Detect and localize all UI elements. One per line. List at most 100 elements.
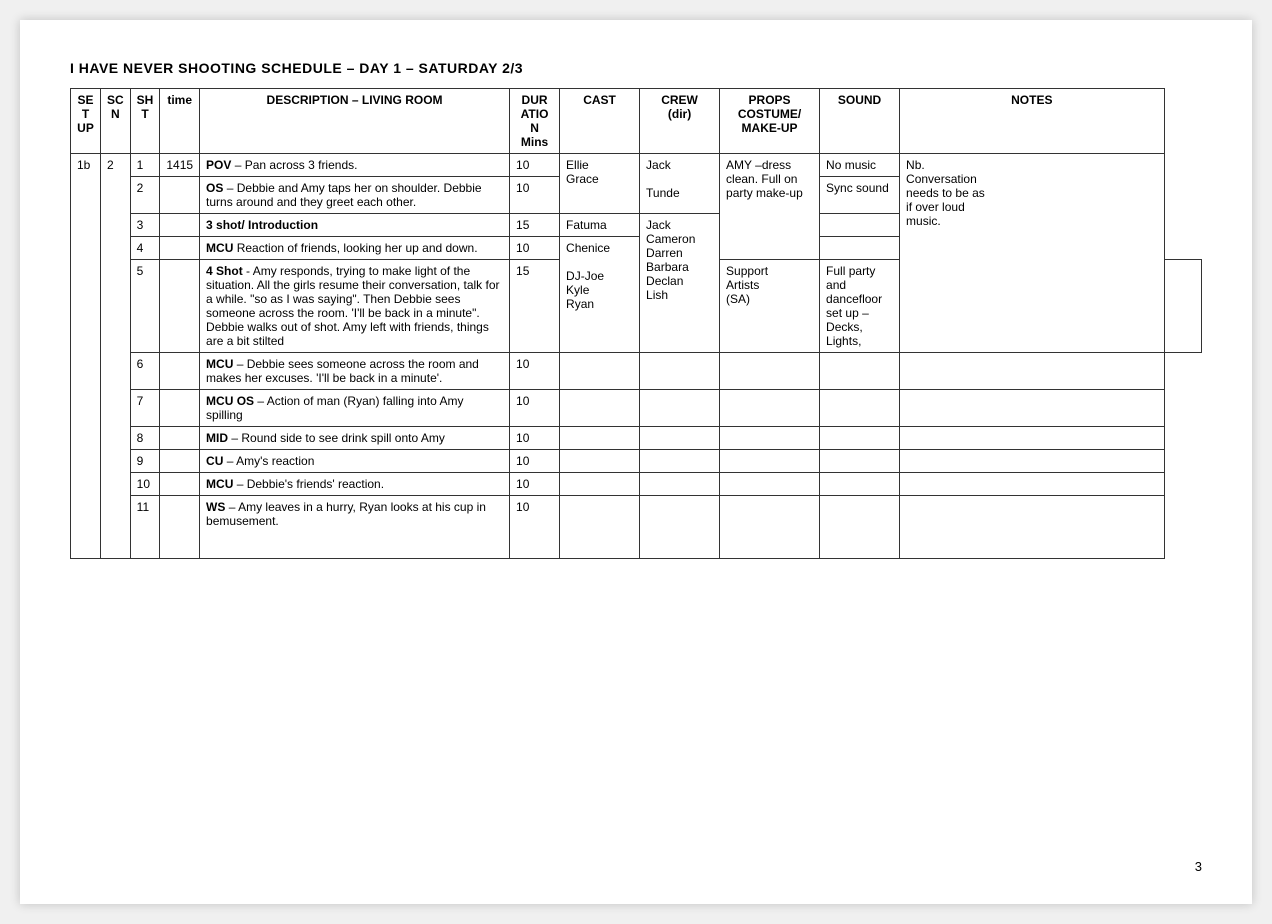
table-row: 9 CU – Amy's reaction10 xyxy=(71,450,1202,473)
table-cell: 10 xyxy=(510,496,560,559)
page: I HAVE NEVER SHOOTING SCHEDULE – DAY 1 –… xyxy=(20,20,1252,904)
table-cell xyxy=(160,390,200,427)
table-cell-description: CU – Amy's reaction xyxy=(200,450,510,473)
table-cell-description: WS – Amy leaves in a hurry, Ryan looks a… xyxy=(200,496,510,559)
table-row: 7 MCU OS – Action of man (Ryan) falling i… xyxy=(71,390,1202,427)
table-cell: 1b xyxy=(71,154,101,559)
header-description: DESCRIPTION – LIVING ROOM xyxy=(200,89,510,154)
table-cell xyxy=(640,496,720,559)
table-cell xyxy=(820,473,900,496)
table-cell xyxy=(560,496,640,559)
table-cell: Support Artists (SA) xyxy=(720,260,820,353)
table-cell: Full party and dancefloor set up – Decks… xyxy=(820,260,900,353)
table-cell: 3 xyxy=(130,214,160,237)
table-cell xyxy=(160,214,200,237)
table-cell: 10 xyxy=(510,450,560,473)
header-sound: SOUND xyxy=(820,89,900,154)
table-cell xyxy=(720,390,820,427)
table-cell: 4 xyxy=(130,237,160,260)
table-cell: 1 xyxy=(130,154,160,177)
table-cell xyxy=(820,214,900,237)
table-cell-description: POV – Pan across 3 friends. xyxy=(200,154,510,177)
table-cell xyxy=(720,496,820,559)
table-cell-description: MID – Round side to see drink spill onto… xyxy=(200,427,510,450)
table-cell: 15 xyxy=(510,214,560,237)
table-cell: 10 xyxy=(510,353,560,390)
table-cell: No music xyxy=(820,154,900,177)
table-cell: Nb. Conversation needs to be as if over … xyxy=(900,154,1164,353)
table-cell xyxy=(160,353,200,390)
header-time: time xyxy=(160,89,200,154)
table-cell xyxy=(720,450,820,473)
table-cell xyxy=(820,496,900,559)
table-cell xyxy=(560,427,640,450)
table-cell xyxy=(560,473,640,496)
table-row: 11 WS – Amy leaves in a hurry, Ryan looks… xyxy=(71,496,1202,559)
table-cell: 6 xyxy=(130,353,160,390)
table-cell: 10 xyxy=(130,473,160,496)
table-cell xyxy=(900,353,1164,390)
table-cell-description: MCU OS – Action of man (Ryan) falling in… xyxy=(200,390,510,427)
table-cell: Ellie Grace xyxy=(560,154,640,214)
table-cell: 11 xyxy=(130,496,160,559)
page-number: 3 xyxy=(1195,859,1202,874)
table-row: 6 MCU – Debbie sees someone across the ro… xyxy=(71,353,1202,390)
table-cell xyxy=(160,450,200,473)
header-duration: DUR ATIO N Mins xyxy=(510,89,560,154)
table-cell: 10 xyxy=(510,154,560,177)
table-row: 8MID – Round side to see drink spill ont… xyxy=(71,427,1202,450)
table-cell xyxy=(640,450,720,473)
table-cell xyxy=(160,177,200,214)
table-row: 10MCU – Debbie's friends' reaction.10 xyxy=(71,473,1202,496)
table-cell: 2 xyxy=(130,177,160,214)
table-cell xyxy=(160,427,200,450)
table-cell: Sync sound xyxy=(820,177,900,214)
table-cell xyxy=(1164,260,1201,353)
header-sh-t: SH T xyxy=(130,89,160,154)
table-header-row: SE T UP SC N SH T time DESCRIPTION – LIV… xyxy=(71,89,1202,154)
table-cell: Chenice DJ-Joe Kyle Ryan xyxy=(560,237,640,353)
table-cell xyxy=(820,237,900,260)
table-cell xyxy=(720,353,820,390)
table-cell: 1415 xyxy=(160,154,200,177)
table-cell xyxy=(560,353,640,390)
header-cast: CAST xyxy=(560,89,640,154)
page-title: I HAVE NEVER SHOOTING SCHEDULE – DAY 1 –… xyxy=(70,60,1202,76)
table-cell: 15 xyxy=(510,260,560,353)
table-cell: 9 xyxy=(130,450,160,473)
table-cell xyxy=(160,237,200,260)
schedule-table: SE T UP SC N SH T time DESCRIPTION – LIV… xyxy=(70,88,1202,559)
table-cell xyxy=(160,496,200,559)
table-cell xyxy=(720,473,820,496)
table-cell xyxy=(640,390,720,427)
table-cell: 5 xyxy=(130,260,160,353)
table-cell: AMY –dress clean. Full on party make-up xyxy=(720,154,820,260)
table-cell xyxy=(640,427,720,450)
table-cell: Jack Cameron Darren Barbara Declan Lish xyxy=(640,214,720,353)
table-cell-description: MCU – Debbie sees someone across the roo… xyxy=(200,353,510,390)
header-set-up: SE T UP xyxy=(71,89,101,154)
table-cell xyxy=(640,473,720,496)
table-cell xyxy=(820,427,900,450)
table-cell: Fatuma xyxy=(560,214,640,237)
table-cell-description: 3 shot/ Introduction xyxy=(200,214,510,237)
header-sc-n: SC N xyxy=(101,89,131,154)
table-cell-description: OS – Debbie and Amy taps her on shoulder… xyxy=(200,177,510,214)
table-cell xyxy=(820,450,900,473)
header-crew: CREW (dir) xyxy=(640,89,720,154)
table-cell xyxy=(560,390,640,427)
header-notes: NOTES xyxy=(900,89,1164,154)
table-cell: Jack Tunde xyxy=(640,154,720,214)
header-props: PROPS COSTUME/ MAKE-UP xyxy=(720,89,820,154)
table-cell xyxy=(560,450,640,473)
table-cell xyxy=(900,496,1164,559)
table-cell xyxy=(900,427,1164,450)
table-cell xyxy=(160,260,200,353)
table-cell: 7 xyxy=(130,390,160,427)
table-cell xyxy=(720,427,820,450)
table-cell xyxy=(640,353,720,390)
table-cell xyxy=(160,473,200,496)
table-cell: 10 xyxy=(510,427,560,450)
table-cell xyxy=(900,473,1164,496)
table-cell: 10 xyxy=(510,473,560,496)
